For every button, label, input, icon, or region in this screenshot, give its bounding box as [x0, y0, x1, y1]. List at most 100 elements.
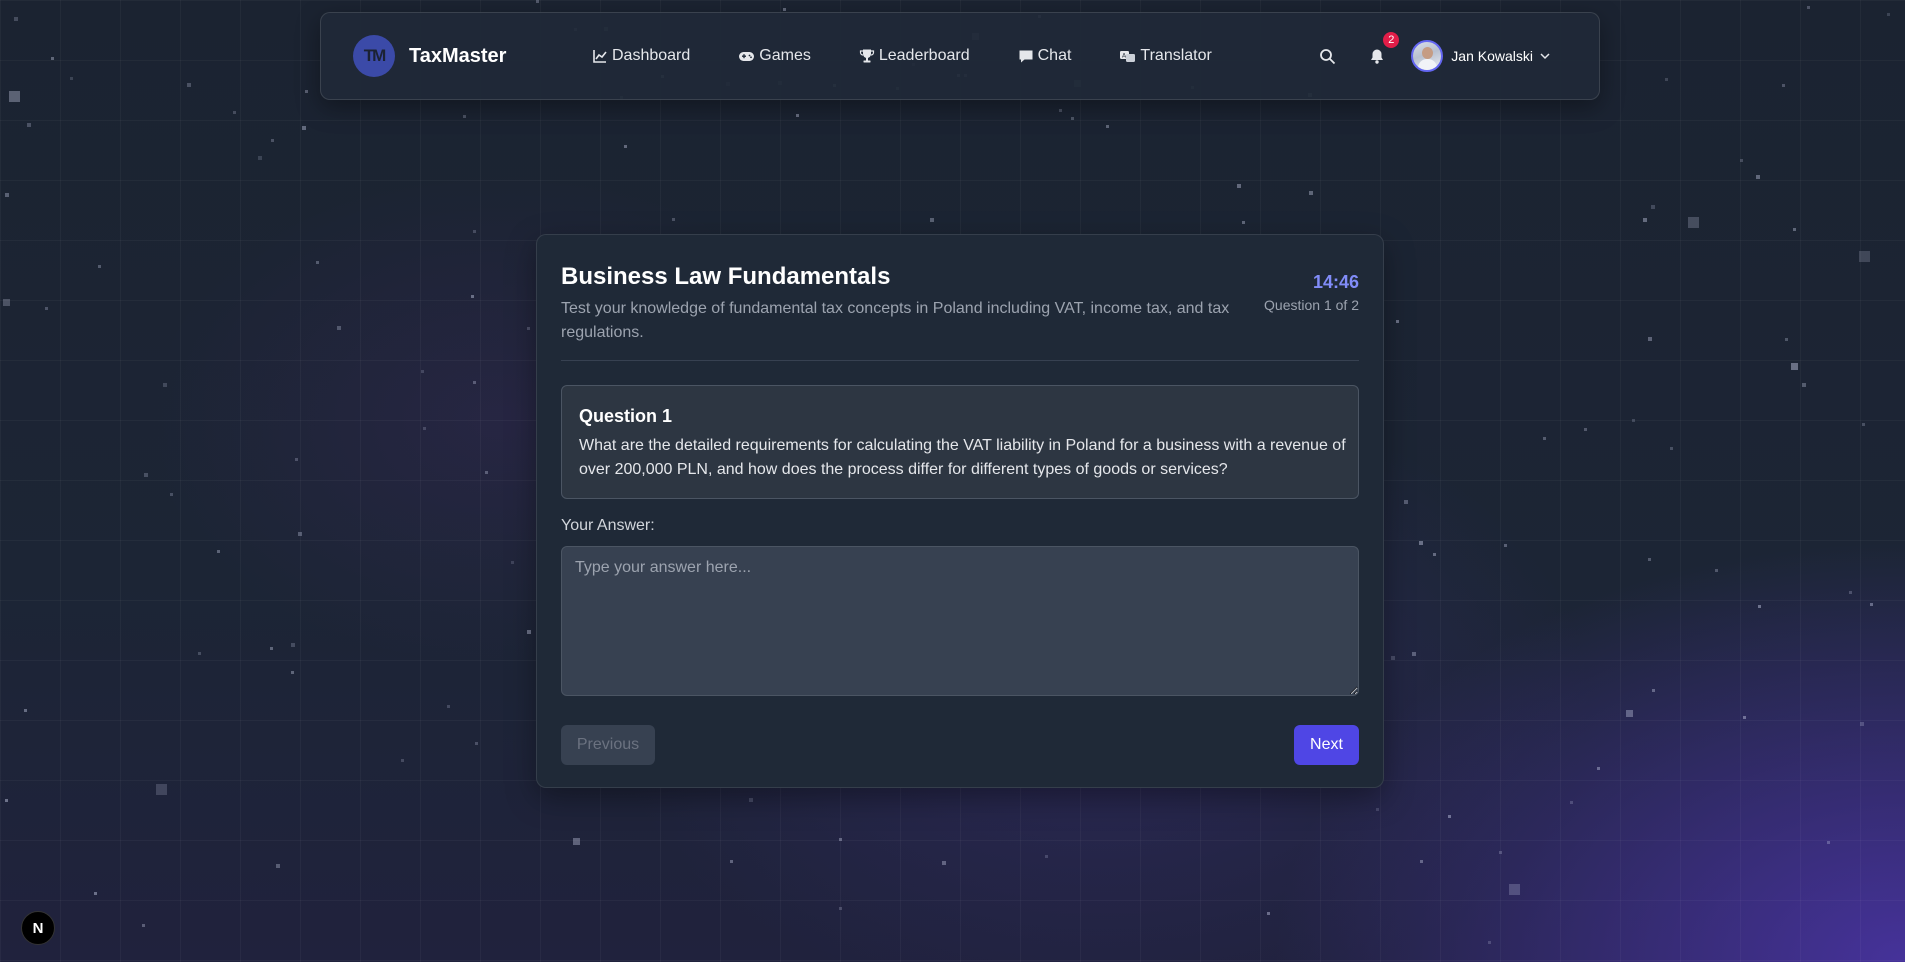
- star-dot: [749, 798, 753, 802]
- star-dot: [187, 83, 191, 87]
- star-dot: [1756, 175, 1760, 179]
- star-dot: [271, 139, 274, 142]
- star-dot: [1584, 428, 1587, 431]
- star-dot: [1543, 437, 1546, 440]
- star-dot: [1071, 117, 1074, 120]
- nav-link-label: Chat: [1037, 47, 1072, 64]
- star-dot: [1652, 689, 1655, 692]
- star-dot: [291, 671, 294, 674]
- star-dot: [1419, 541, 1423, 545]
- star-dot: [24, 709, 27, 712]
- quiz-title: Business Law Fundamentals: [561, 263, 891, 290]
- star-dot: [1648, 558, 1651, 561]
- notification-count-badge: 2: [1383, 32, 1400, 48]
- star-dot: [316, 261, 319, 264]
- star-dot: [1740, 159, 1743, 162]
- star-dot: [1570, 801, 1573, 804]
- star-dot: [142, 924, 145, 927]
- star-dot: [295, 458, 298, 461]
- nav-link-chat[interactable]: Chat: [1018, 47, 1072, 65]
- quiz-card: Business Law Fundamentals Test your know…: [536, 234, 1384, 788]
- star-dot: [1791, 363, 1798, 370]
- star-dot: [1651, 205, 1655, 209]
- star-dot: [27, 123, 31, 127]
- star-dot: [1499, 851, 1502, 854]
- nav-links: Dashboard Games Leaderboard Chat A Trans…: [592, 13, 1260, 99]
- star-dot: [51, 57, 54, 60]
- star-dot: [796, 114, 799, 117]
- star-dot: [1396, 320, 1399, 323]
- dev-tools-badge[interactable]: N: [21, 911, 55, 945]
- nav-link-leaderboard[interactable]: Leaderboard: [859, 47, 970, 65]
- nav-link-translator[interactable]: A Translator: [1119, 47, 1212, 65]
- star-dot: [672, 218, 675, 221]
- star-dot: [1860, 722, 1864, 726]
- trophy-icon: [859, 49, 874, 63]
- star-dot: [1758, 605, 1761, 608]
- star-dot: [9, 91, 20, 102]
- question-text: What are the detailed requirements for c…: [579, 437, 1346, 478]
- app-name: TaxMaster: [409, 44, 507, 67]
- header-divider: [561, 360, 1359, 361]
- next-button[interactable]: Next: [1294, 725, 1359, 765]
- star-dot: [527, 630, 531, 634]
- star-dot: [1433, 553, 1436, 556]
- star-dot: [1643, 218, 1647, 222]
- nav-link-games[interactable]: Games: [738, 47, 811, 65]
- star-dot: [144, 473, 148, 477]
- nav-link-label: Dashboard: [612, 47, 691, 64]
- star-dot: [1793, 228, 1796, 231]
- star-dot: [447, 705, 450, 708]
- question-box: Question 1 What are the detailed require…: [561, 385, 1359, 499]
- star-dot: [511, 561, 514, 564]
- star-dot: [783, 8, 786, 11]
- star-dot: [1802, 383, 1806, 387]
- star-dot: [839, 907, 842, 910]
- star-dot: [1488, 941, 1491, 944]
- answer-label: Your Answer:: [561, 517, 655, 534]
- star-dot: [302, 126, 306, 130]
- star-dot: [1106, 125, 1109, 128]
- star-dot: [298, 532, 302, 536]
- search-icon: [1319, 48, 1335, 64]
- star-dot: [1849, 591, 1852, 594]
- gamepad-icon: [739, 52, 755, 61]
- star-dot: [1827, 841, 1830, 844]
- star-dot: [1412, 652, 1416, 656]
- star-dot: [1597, 767, 1600, 770]
- star-dot: [421, 370, 424, 373]
- nav-link-label: Translator: [1140, 47, 1212, 64]
- previous-button[interactable]: Previous: [561, 725, 655, 765]
- star-dot: [730, 860, 733, 863]
- answer-textarea[interactable]: [561, 546, 1359, 696]
- nav-actions: 2 Jan Kowalski: [1315, 13, 1551, 99]
- star-dot: [1242, 221, 1245, 224]
- user-menu[interactable]: Jan Kowalski: [1411, 40, 1551, 72]
- star-dot: [5, 193, 9, 197]
- chart-line-icon: [593, 50, 607, 63]
- star-dot: [1648, 337, 1652, 341]
- nav-link-dashboard[interactable]: Dashboard: [592, 47, 690, 65]
- top-navbar: TM TaxMaster Dashboard Games Leaderboard…: [320, 12, 1600, 100]
- star-dot: [473, 230, 476, 233]
- star-dot: [463, 115, 466, 118]
- star-dot: [291, 643, 295, 647]
- star-dot: [98, 265, 101, 268]
- star-dot: [573, 838, 580, 845]
- star-dot: [233, 111, 236, 114]
- star-dot: [624, 145, 627, 148]
- app-logo[interactable]: TM TaxMaster: [353, 35, 506, 77]
- star-dot: [5, 799, 8, 802]
- star-dot: [1715, 569, 1718, 572]
- notifications-button[interactable]: 2: [1365, 32, 1400, 68]
- star-dot: [423, 427, 426, 430]
- star-dot: [1688, 217, 1699, 228]
- star-dot: [1785, 338, 1788, 341]
- star-dot: [156, 784, 167, 795]
- star-dot: [14, 17, 18, 21]
- nav-link-label: Games: [759, 47, 811, 64]
- star-dot: [1509, 884, 1520, 895]
- search-button[interactable]: [1315, 44, 1339, 68]
- star-dot: [1807, 6, 1810, 9]
- user-name: Jan Kowalski: [1451, 48, 1533, 64]
